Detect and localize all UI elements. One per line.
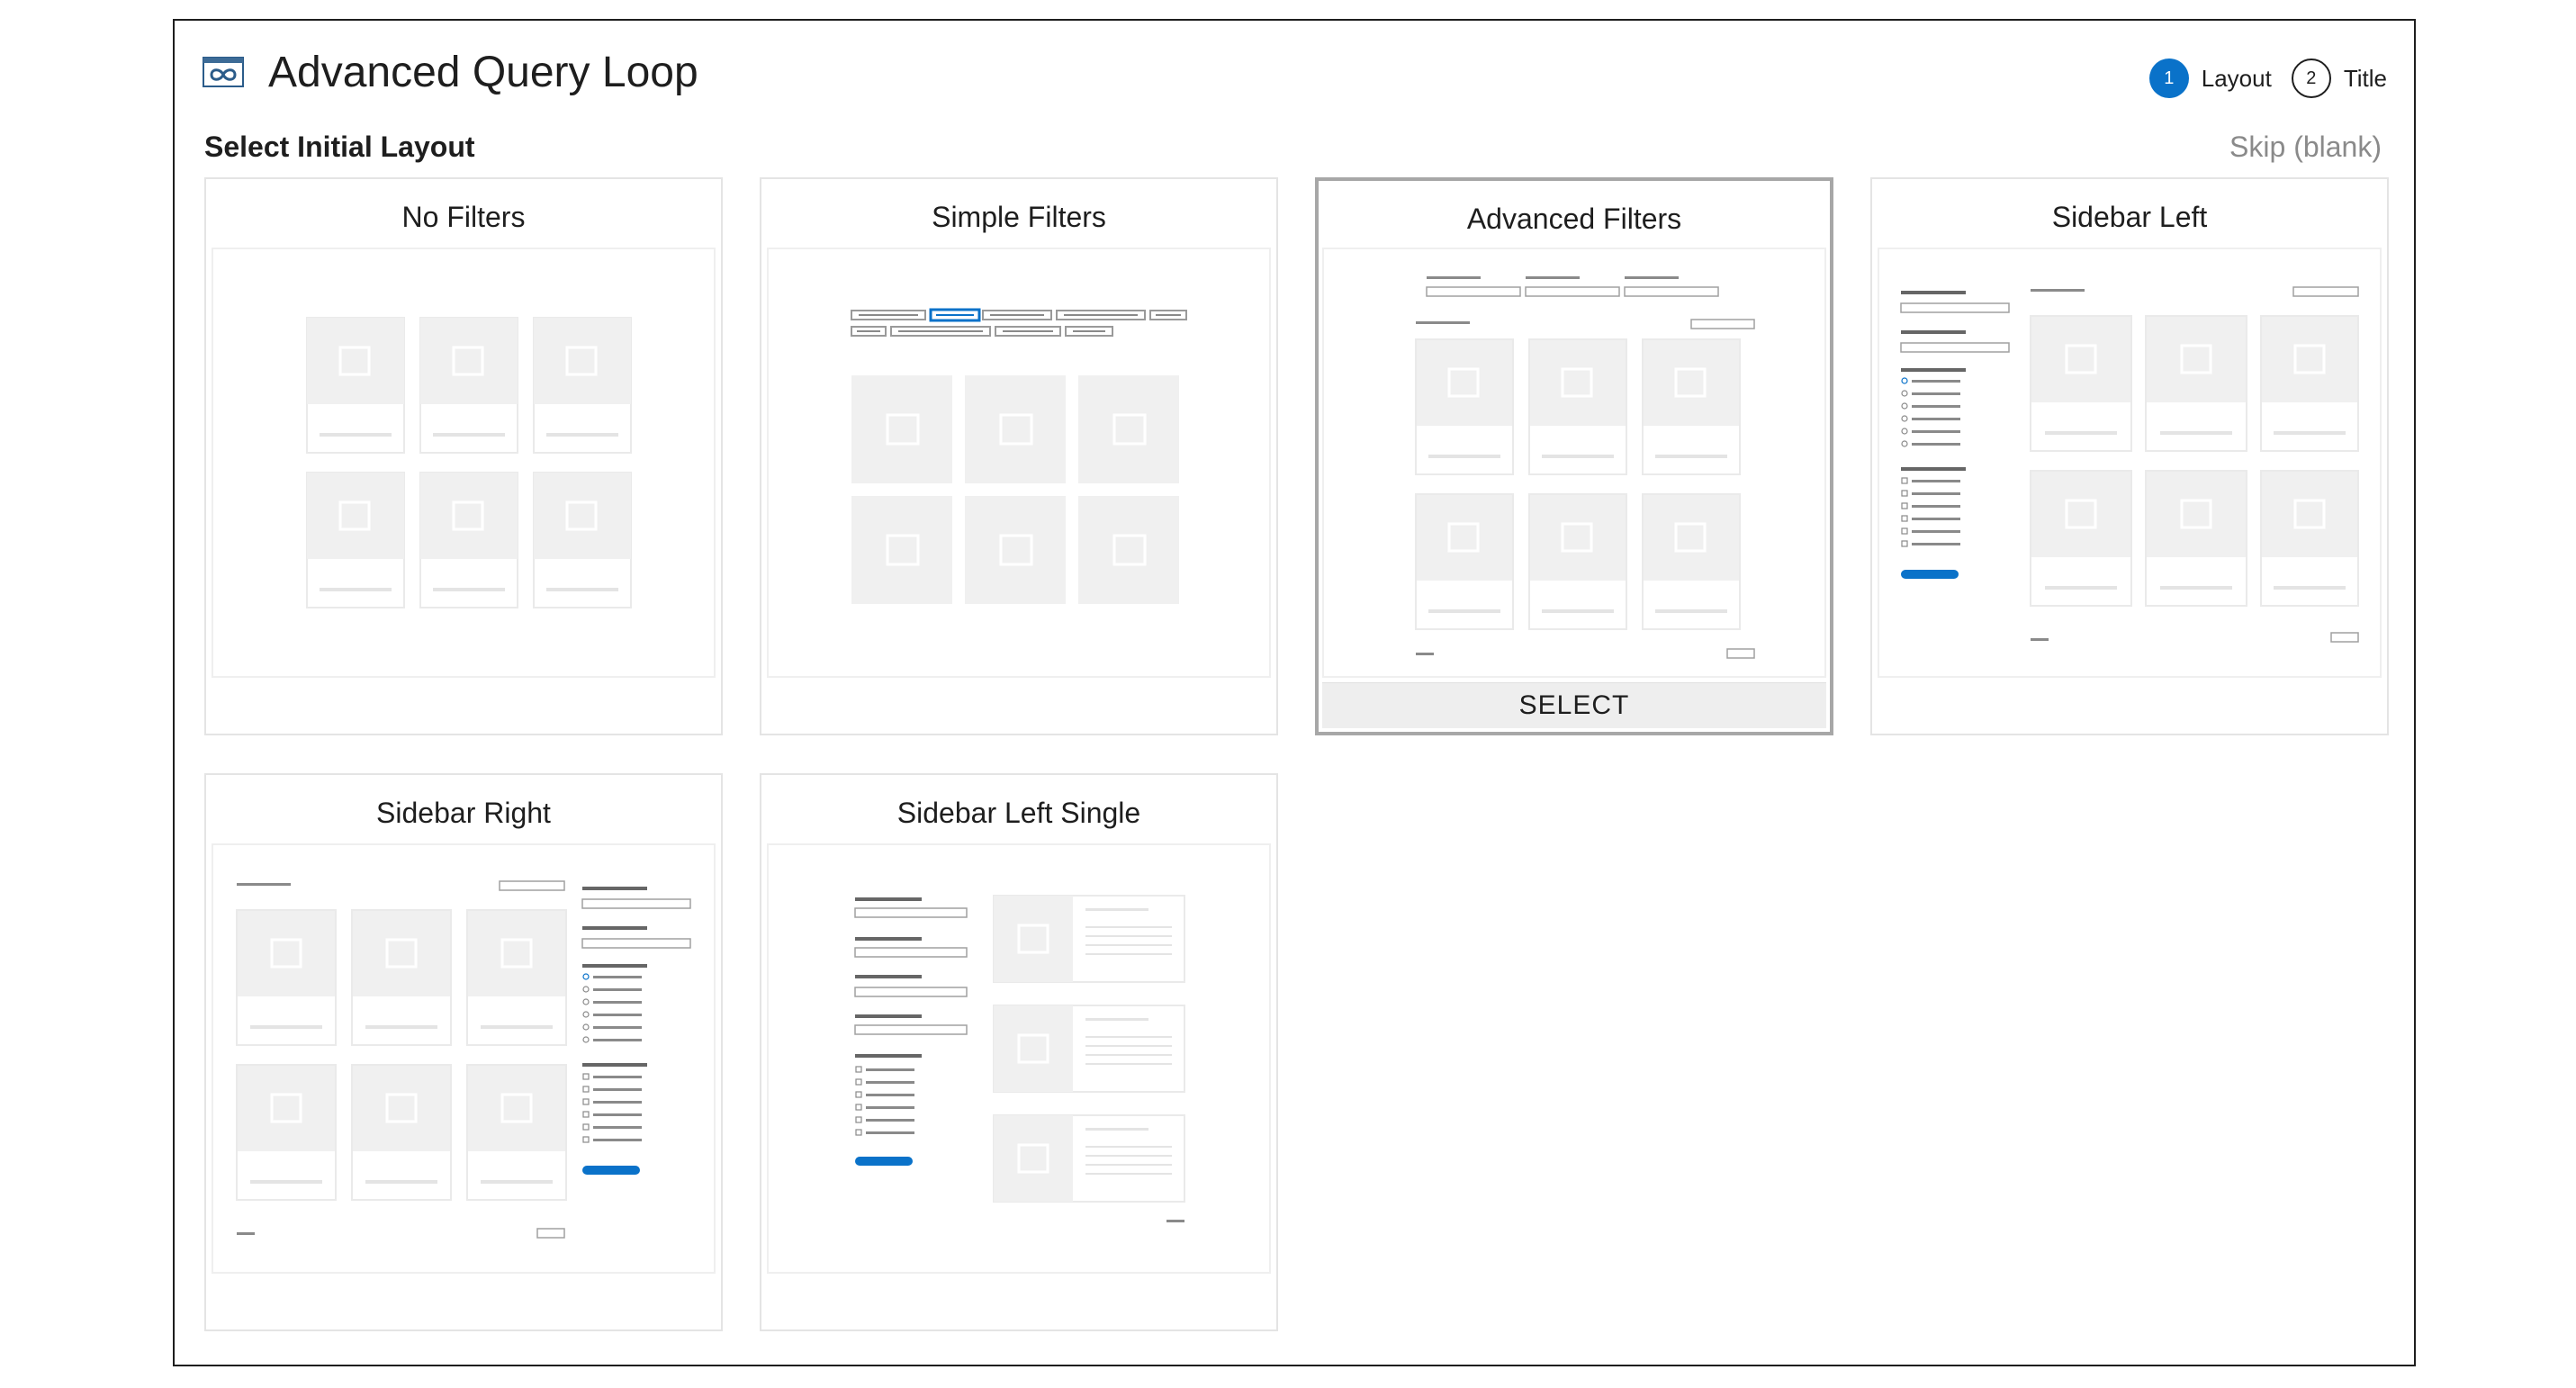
layout-thumbnail xyxy=(1900,286,2359,643)
layout-thumbnail xyxy=(851,308,1187,604)
layout-thumbnail xyxy=(854,895,1185,1222)
layout-thumbnail xyxy=(1415,276,1755,659)
step-indicator: 1 Layout 2 Title xyxy=(2130,57,2387,100)
layout-card-sidebar-left[interactable]: Sidebar Left xyxy=(1870,177,2389,735)
layout-preview-no-filters xyxy=(212,248,716,678)
step-title: 2 Title xyxy=(2291,59,2387,98)
layout-card-title: Sidebar Left xyxy=(2051,201,2208,233)
modal-header: Advanced Query Loop 1 Layout 2 Title xyxy=(175,21,2414,129)
section-heading: Select Initial Layout xyxy=(204,131,475,163)
step-layout: 1 Layout xyxy=(2148,59,2272,98)
app-title: Advanced Query Loop xyxy=(268,49,698,96)
step-label: Layout xyxy=(2201,64,2272,92)
infinity-loop-icon xyxy=(203,57,244,87)
layout-preview-advanced-filters xyxy=(1322,248,1826,678)
layout-thumbnail xyxy=(306,317,632,608)
step-label: Title xyxy=(2343,64,2387,92)
layout-card-advanced-filters[interactable]: Advanced Filters SELECT xyxy=(1315,177,1833,735)
layout-card-title: Advanced Filters xyxy=(1466,203,1682,235)
layout-thumbnail xyxy=(236,880,691,1239)
layout-picker-modal: Advanced Query Loop 1 Layout 2 Title Sel… xyxy=(173,19,2416,1366)
skip-blank-link[interactable]: Skip (blank) xyxy=(2229,129,2382,165)
step-number: 1 xyxy=(2148,59,2189,98)
select-layout-button[interactable]: SELECT xyxy=(1322,682,1826,728)
layout-card-sidebar-left-single[interactable]: Sidebar Left Single xyxy=(760,773,1278,1331)
layout-preview-simple-filters xyxy=(767,248,1271,678)
layout-card-title: Simple Filters xyxy=(932,201,1106,233)
layout-card-sidebar-right[interactable]: Sidebar Right xyxy=(204,773,723,1331)
layout-preview-sidebar-right xyxy=(212,843,716,1274)
layout-preview-sidebar-left xyxy=(1878,248,2382,678)
layout-preview-sidebar-left-single xyxy=(767,843,1271,1274)
layout-card-simple-filters[interactable]: Simple Filters xyxy=(760,177,1278,735)
step-number: 2 xyxy=(2291,59,2331,98)
layout-card-title: Sidebar Left Single xyxy=(896,797,1141,829)
layout-card-title: Sidebar Right xyxy=(376,797,551,829)
layout-card-title: No Filters xyxy=(401,201,526,233)
layout-card-no-filters[interactable]: No Filters xyxy=(204,177,723,735)
